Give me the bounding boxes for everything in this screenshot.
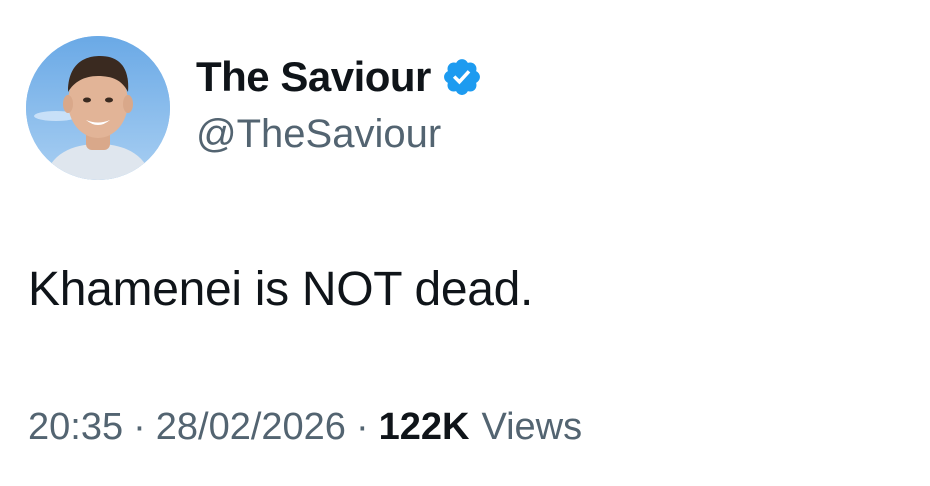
views-label[interactable]: Views	[481, 406, 582, 449]
tweet-time[interactable]: 20:35	[28, 406, 123, 449]
tweet-date[interactable]: 28/02/2026	[156, 406, 346, 449]
tweet-text: Khamenei is NOT dead.	[28, 263, 534, 316]
profile-photo-icon	[26, 36, 170, 180]
display-name[interactable]: The Saviour	[196, 53, 431, 101]
avatar[interactable]	[26, 36, 170, 180]
tweet-meta: 20:35 · 28/02/2026 · 122K Views	[28, 406, 582, 449]
meta-separator: ·	[133, 406, 146, 448]
verified-badge-icon[interactable]	[441, 56, 483, 98]
views-count[interactable]: 122K	[379, 406, 470, 449]
author-handle[interactable]: @TheSaviour	[196, 112, 441, 157]
meta-separator: ·	[355, 406, 369, 448]
tweet-card: The Saviour @TheSaviour Khamenei is NOT …	[0, 0, 930, 486]
author-name-row: The Saviour	[196, 52, 483, 102]
